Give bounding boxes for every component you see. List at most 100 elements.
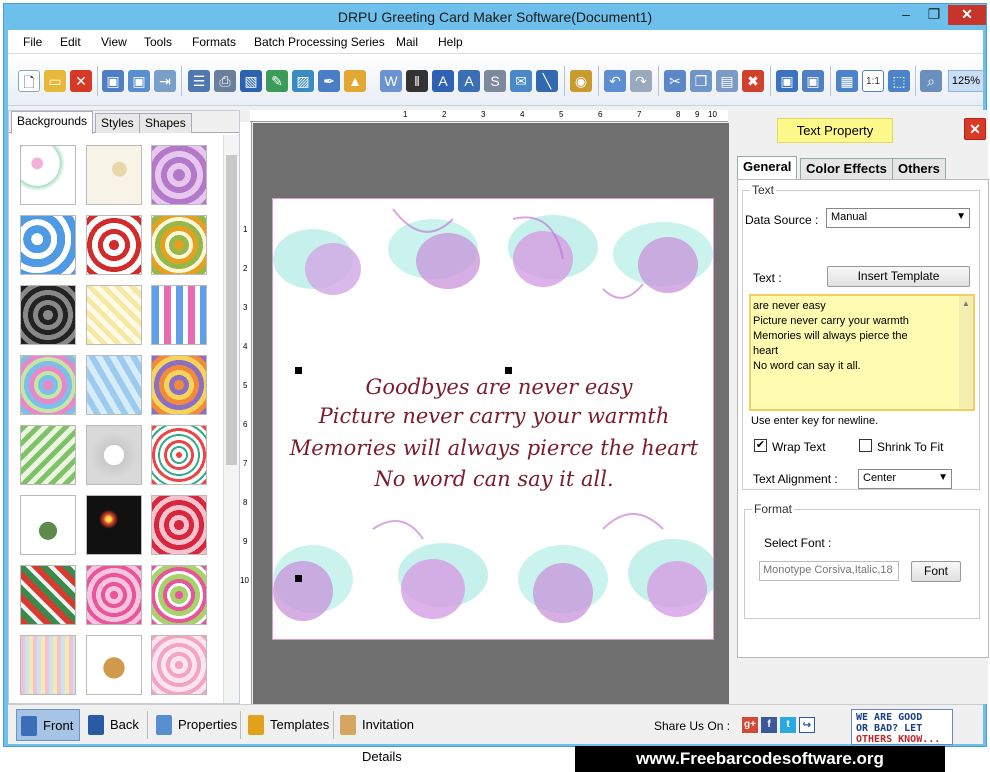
font-button[interactable]: Font	[911, 561, 961, 582]
zoom-level[interactable]: 125%	[948, 70, 984, 92]
redo-icon[interactable]: ↷	[630, 70, 652, 92]
watermark-icon[interactable]: W	[380, 70, 402, 92]
grid-icon[interactable]: ▦	[836, 70, 858, 92]
background-thumbnail[interactable]	[20, 495, 76, 555]
properties-button[interactable]: Properties	[152, 709, 238, 741]
print-preview-icon[interactable]: ▧	[240, 70, 262, 92]
export-icon[interactable]: ⇥	[154, 70, 176, 92]
background-thumbnail[interactable]	[20, 285, 76, 345]
new-document-icon[interactable]: 🗋	[18, 70, 40, 92]
tab-styles[interactable]: Styles	[95, 113, 140, 133]
card-text-editor[interactable]: are never easy Picture never carry your …	[749, 294, 975, 411]
scrollbar-thumb[interactable]	[226, 155, 237, 465]
save-icon[interactable]: ▣	[102, 70, 124, 92]
fit-to-window-icon[interactable]: ⬚	[888, 70, 910, 92]
background-thumbnail[interactable]	[151, 145, 207, 205]
front-button[interactable]: Front	[16, 709, 80, 741]
background-thumbnail[interactable]	[20, 215, 76, 275]
text-alignment-select[interactable]: Center ▼	[858, 469, 952, 489]
image-icon[interactable]: ▨	[292, 70, 314, 92]
background-thumbnail[interactable]	[151, 215, 207, 275]
selection-handle[interactable]	[505, 367, 512, 374]
feedback-banner[interactable]: WE ARE GOOD OR BAD? LET OTHERS KNOW...	[851, 709, 953, 745]
templates-button[interactable]: Templates	[244, 709, 330, 741]
share-icon[interactable]: ↪	[799, 717, 815, 733]
background-thumbnail[interactable]	[86, 215, 142, 275]
background-thumbnail[interactable]	[20, 355, 76, 415]
undo-icon[interactable]: ↶	[604, 70, 626, 92]
maximize-button[interactable]: ❐	[920, 5, 948, 25]
text-icon[interactable]: A	[432, 70, 454, 92]
thumbnails-scrollbar[interactable]	[223, 135, 239, 703]
menu-help[interactable]: Help	[438, 35, 463, 49]
menu-tools[interactable]: Tools	[144, 35, 172, 49]
greeting-card[interactable]: Goodbyes are never easy Picture never ca…	[272, 198, 714, 640]
zoom-icon[interactable]: ⌕	[920, 70, 942, 92]
actual-size-icon[interactable]: 1:1	[862, 70, 884, 92]
menu-file[interactable]: File	[23, 35, 42, 49]
background-thumbnail[interactable]	[151, 425, 207, 485]
background-thumbnail[interactable]	[86, 495, 142, 555]
background-thumbnail[interactable]	[20, 635, 76, 695]
background-thumbnail[interactable]	[86, 145, 142, 205]
text-editor-scrollbar[interactable]: ▲	[959, 296, 973, 409]
background-thumbnail[interactable]	[151, 285, 207, 345]
background-thumbnail[interactable]	[151, 355, 207, 415]
print-icon[interactable]: ⎙	[214, 70, 236, 92]
menu-batch-processing[interactable]: Batch Processing Series	[254, 35, 385, 49]
background-thumbnail[interactable]	[86, 285, 142, 345]
background-thumbnail[interactable]	[86, 355, 142, 415]
shapes-icon[interactable]: ▲	[344, 70, 366, 92]
open-folder-icon[interactable]: ▭	[44, 70, 66, 92]
database-icon[interactable]: ◉	[570, 70, 592, 92]
google-plus-icon[interactable]: g+	[742, 717, 758, 733]
back-button[interactable]: Back	[84, 709, 144, 741]
barcode-icon[interactable]: ‖	[406, 70, 428, 92]
background-thumbnail[interactable]	[151, 635, 207, 695]
insert-template-button[interactable]: Insert Template	[827, 266, 970, 287]
menu-mail[interactable]: Mail	[396, 35, 418, 49]
menu-edit[interactable]: Edit	[60, 35, 81, 49]
background-thumbnail[interactable]	[86, 425, 142, 485]
background-thumbnail[interactable]	[151, 495, 207, 555]
delete-icon[interactable]: ✖	[742, 70, 764, 92]
background-thumbnail[interactable]	[151, 565, 207, 625]
facebook-icon[interactable]: f	[761, 717, 777, 733]
mail-icon[interactable]: ✉	[510, 70, 532, 92]
close-panel-icon[interactable]: ✕	[964, 118, 986, 140]
tab-general[interactable]: General	[737, 156, 798, 180]
tab-color-effects[interactable]: Color Effects	[800, 158, 893, 179]
symbol-icon[interactable]: S	[484, 70, 506, 92]
line-icon[interactable]: ╲	[536, 70, 558, 92]
bring-forward-icon[interactable]: ▣	[776, 70, 798, 92]
background-thumbnail[interactable]	[20, 565, 76, 625]
cut-icon[interactable]: ✂	[664, 70, 686, 92]
pencil-icon[interactable]: ✎	[266, 70, 288, 92]
tab-backgrounds[interactable]: Backgrounds	[11, 111, 94, 134]
selection-handle[interactable]	[295, 367, 302, 374]
card-text-line-3[interactable]: Memories will always pierce the heart	[281, 436, 707, 460]
minimize-button[interactable]: –	[892, 5, 920, 25]
background-thumbnail[interactable]	[86, 635, 142, 695]
close-document-icon[interactable]: ✕	[70, 70, 92, 92]
save-as-icon[interactable]: ▣	[128, 70, 150, 92]
card-text-line-2[interactable]: Picture never carry your warmth	[281, 404, 707, 428]
selection-handle[interactable]	[295, 575, 302, 582]
menu-view[interactable]: View	[101, 35, 127, 49]
page-setup-icon[interactable]: ☰	[188, 70, 210, 92]
send-backward-icon[interactable]: ▣	[802, 70, 824, 92]
word-art-icon[interactable]: A	[458, 70, 480, 92]
shrink-to-fit-checkbox[interactable]	[859, 439, 872, 452]
background-thumbnail[interactable]	[86, 565, 142, 625]
copy-icon[interactable]: ❐	[690, 70, 712, 92]
card-text-line-1[interactable]: Goodbyes are never easy	[281, 375, 707, 399]
invitation-details-button[interactable]: Invitation Details	[336, 709, 456, 764]
menu-formats[interactable]: Formats	[192, 35, 236, 49]
background-thumbnail[interactable]	[20, 425, 76, 485]
background-thumbnail[interactable]	[20, 145, 76, 205]
close-window-button[interactable]: ✕	[948, 5, 986, 25]
twitter-icon[interactable]: t	[780, 717, 796, 733]
tab-shapes[interactable]: Shapes	[139, 113, 192, 133]
wrap-text-checkbox[interactable]: ✔	[754, 439, 767, 452]
card-text-line-4[interactable]: No word can say it all.	[281, 467, 707, 491]
